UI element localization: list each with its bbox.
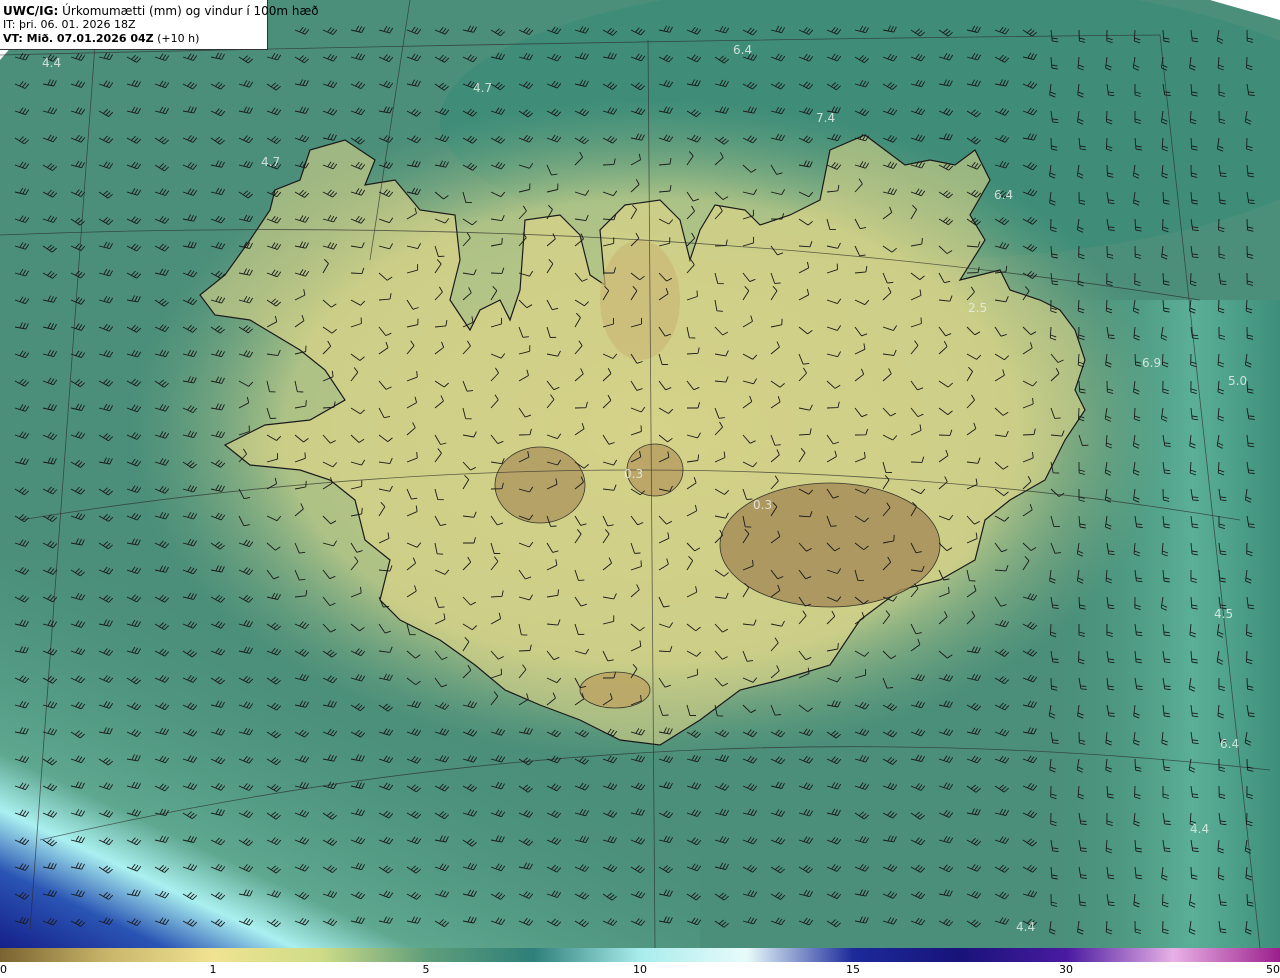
myrdalsjokull-glacier bbox=[579, 671, 651, 709]
north-highland bbox=[600, 240, 680, 360]
map-label: 6.4 bbox=[733, 43, 752, 57]
map-label: 6.4 bbox=[1220, 737, 1239, 751]
map-label: 0.3 bbox=[624, 467, 643, 481]
map-label: 7.4 bbox=[816, 111, 835, 125]
info-box: UWC/IG: Úrkomumætti (mm) og vindur í 100… bbox=[0, 0, 319, 50]
colorbar-tick-label: 15 bbox=[846, 963, 860, 976]
colorbar-tick-label: 50 bbox=[1266, 963, 1280, 976]
forecast-lead: (+10 h) bbox=[153, 32, 200, 45]
map-label: 0.3 bbox=[753, 498, 772, 512]
map-label: 4.7 bbox=[473, 81, 492, 95]
colorbar: 0 1 5 10 15 30 50 bbox=[0, 948, 1280, 978]
map-label: 6.4 bbox=[994, 188, 1013, 202]
model-name: UWC/IG: bbox=[3, 4, 59, 18]
colorbar-tick-label: 5 bbox=[422, 963, 430, 976]
map-label: 6.9 bbox=[1142, 356, 1161, 370]
initial-time: IT: þri. 06. 01. 2026 18Z bbox=[3, 18, 136, 31]
colorbar-tick-label: 1 bbox=[209, 963, 217, 976]
chart-title: UWC/IG: Úrkomumætti (mm) og vindur í 100… bbox=[3, 4, 319, 18]
colorbar-gradient bbox=[0, 948, 1280, 962]
product-title: Úrkomumætti (mm) og vindur í 100m hæð bbox=[58, 4, 319, 18]
colorbar-tick-label: 30 bbox=[1059, 963, 1073, 976]
colorbar-tick-label: 10 bbox=[633, 963, 647, 976]
valid-time-value: VT: Mið. 07.01.2026 04Z bbox=[3, 32, 154, 45]
map-label: 4.4 bbox=[1016, 920, 1035, 934]
map-label: 4.4 bbox=[42, 56, 61, 70]
map-label: 2.5 bbox=[968, 301, 987, 315]
langjokull-glacier bbox=[494, 446, 586, 524]
precipitation-map: 4.4 4.7 6.4 4.7 7.4 6.4 2.5 6.9 5.0 0.3 … bbox=[0, 0, 1280, 948]
valid-time: VT: Mið. 07.01.2026 04Z (+10 h) bbox=[3, 32, 264, 46]
map-label: 4.5 bbox=[1214, 607, 1233, 621]
map-label: 4.4 bbox=[1190, 822, 1209, 836]
map-label: 4.7 bbox=[261, 155, 280, 169]
map-label: 5.0 bbox=[1228, 374, 1247, 388]
colorbar-tick-label: 0 bbox=[0, 963, 7, 976]
